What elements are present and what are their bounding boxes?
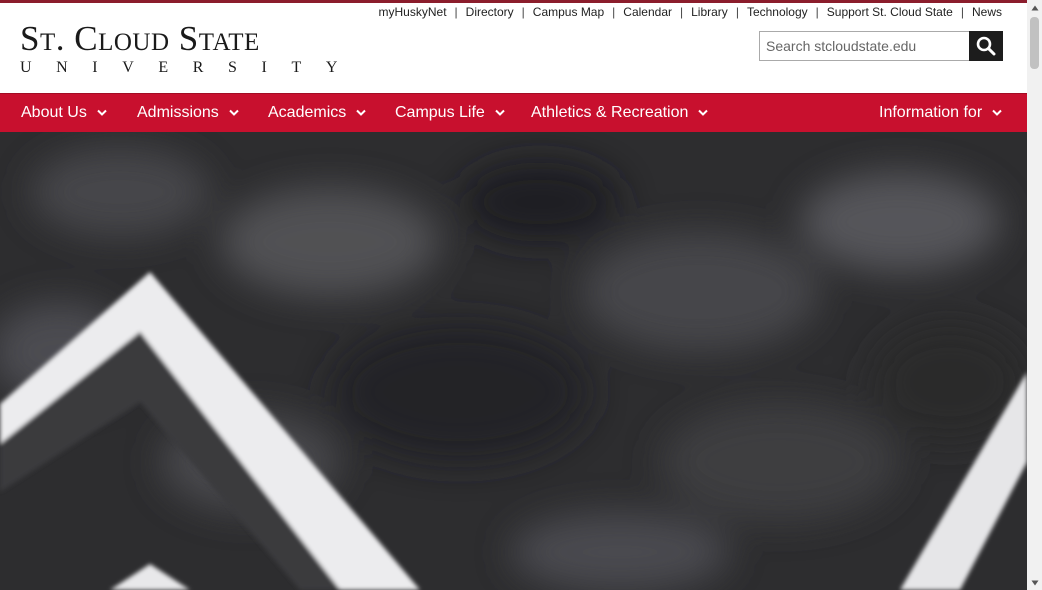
chevron-down-icon [992,109,1002,117]
university-logo[interactable]: St. Cloud State UNIVERSITY [20,21,362,77]
search-icon [976,36,996,56]
utility-link-support[interactable]: Support St. Cloud State [819,5,961,19]
chevron-down-icon [698,109,709,117]
hero-graphic [0,132,1027,590]
nav-item-academics[interactable]: Academics [268,94,366,132]
nav-item-about-us[interactable]: About Us [21,94,107,132]
utility-link-news[interactable]: News [964,5,1002,19]
site-header: St. Cloud State UNIVERSITY myHuskyNet | … [0,3,1027,93]
nav-item-label: About Us [21,104,87,121]
nav-item-label: Campus Life [395,104,485,121]
hero-image [0,132,1027,590]
scroll-up-arrow-icon[interactable] [1027,0,1042,15]
page-scrollbar[interactable] [1027,0,1042,590]
logo-subtitle: UNIVERSITY [20,59,362,76]
chevron-down-icon [229,109,239,117]
nav-item-label: Admissions [137,104,219,121]
nav-item-label: Academics [268,104,347,121]
utility-nav: myHuskyNet | Directory | Campus Map | Ca… [371,5,1002,19]
utility-link-directory[interactable]: Directory [458,5,522,19]
utility-link-myhuskynet[interactable]: myHuskyNet [371,5,455,19]
utility-link-calendar[interactable]: Calendar [615,5,680,19]
search-input[interactable] [759,31,969,61]
chevron-down-icon [356,109,366,117]
nav-item-label: Athletics & Recreation [531,104,689,121]
page: St. Cloud State UNIVERSITY myHuskyNet | … [0,0,1027,590]
scroll-down-arrow-icon[interactable] [1027,575,1042,590]
scrollbar-thumb[interactable] [1030,17,1039,69]
nav-item-campus-life[interactable]: Campus Life [395,94,505,132]
nav-item-admissions[interactable]: Admissions [137,94,239,132]
main-nav: About Us Admissions Academics Campus Lif… [0,93,1027,132]
utility-link-library[interactable]: Library [683,5,736,19]
utility-link-technology[interactable]: Technology [739,5,816,19]
nav-item-label: Information for [879,104,983,121]
search-button[interactable] [969,31,1003,61]
chevron-down-icon [97,109,107,117]
nav-item-athletics-recreation[interactable]: Athletics & Recreation [531,94,709,132]
chevron-down-icon [495,109,505,117]
utility-link-campus-map[interactable]: Campus Map [525,5,612,19]
logo-wordmark: St. Cloud State [20,19,260,58]
site-search [759,31,1003,61]
nav-item-information-for[interactable]: Information for [879,94,1002,132]
